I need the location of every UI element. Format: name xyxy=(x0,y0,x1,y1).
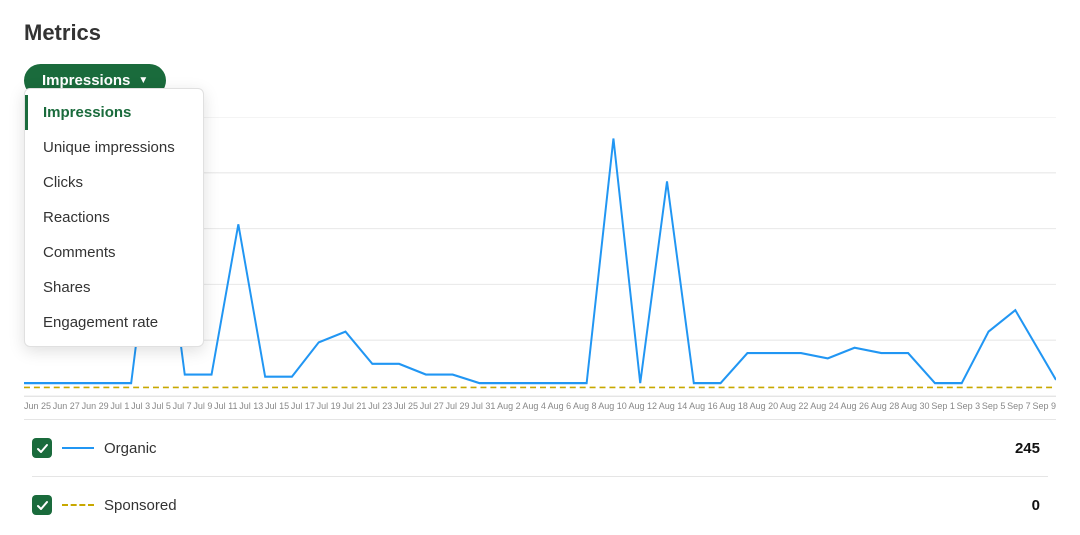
legend-item-sponsored[interactable]: Sponsored 0 xyxy=(32,495,1048,515)
dropdown-item-reactions[interactable]: Reactions xyxy=(25,200,203,235)
page-container: Metrics Impressions ▼ Impressions Unique… xyxy=(0,0,1080,535)
dropdown-label: Impressions xyxy=(42,72,130,89)
sponsored-value: 0 xyxy=(1032,497,1048,514)
organic-checkbox[interactable] xyxy=(32,438,52,458)
dropdown-item-impressions[interactable]: Impressions xyxy=(25,95,203,130)
dropdown-item-shares[interactable]: Shares xyxy=(25,270,203,305)
dropdown-item-engagement-rate[interactable]: Engagement rate xyxy=(25,305,203,340)
sponsored-label: Sponsored xyxy=(104,497,1022,514)
dropdown-item-clicks[interactable]: Clicks xyxy=(25,165,203,200)
dropdown-item-comments[interactable]: Comments xyxy=(25,235,203,270)
legend-divider-middle xyxy=(32,476,1048,477)
page-title: Metrics xyxy=(24,20,1056,46)
x-axis-labels: Jun 25 Jun 27 Jun 29 Jul 1 Jul 3 Jul 5 J… xyxy=(24,397,1056,411)
legend-item-organic[interactable]: Organic 245 xyxy=(32,438,1048,458)
dropdown-item-unique-impressions[interactable]: Unique impressions xyxy=(25,130,203,165)
chevron-down-icon: ▼ xyxy=(138,75,148,86)
organic-label: Organic xyxy=(104,440,1005,457)
organic-value: 245 xyxy=(1015,440,1048,457)
sponsored-line-legend xyxy=(62,504,94,506)
legend-section: Organic 245 Sponsored 0 xyxy=(24,438,1056,515)
dropdown-menu: Impressions Unique impressions Clicks Re… xyxy=(24,88,204,347)
organic-line-legend xyxy=(62,447,94,449)
legend-divider-top xyxy=(24,419,1056,420)
sponsored-checkbox[interactable] xyxy=(32,495,52,515)
